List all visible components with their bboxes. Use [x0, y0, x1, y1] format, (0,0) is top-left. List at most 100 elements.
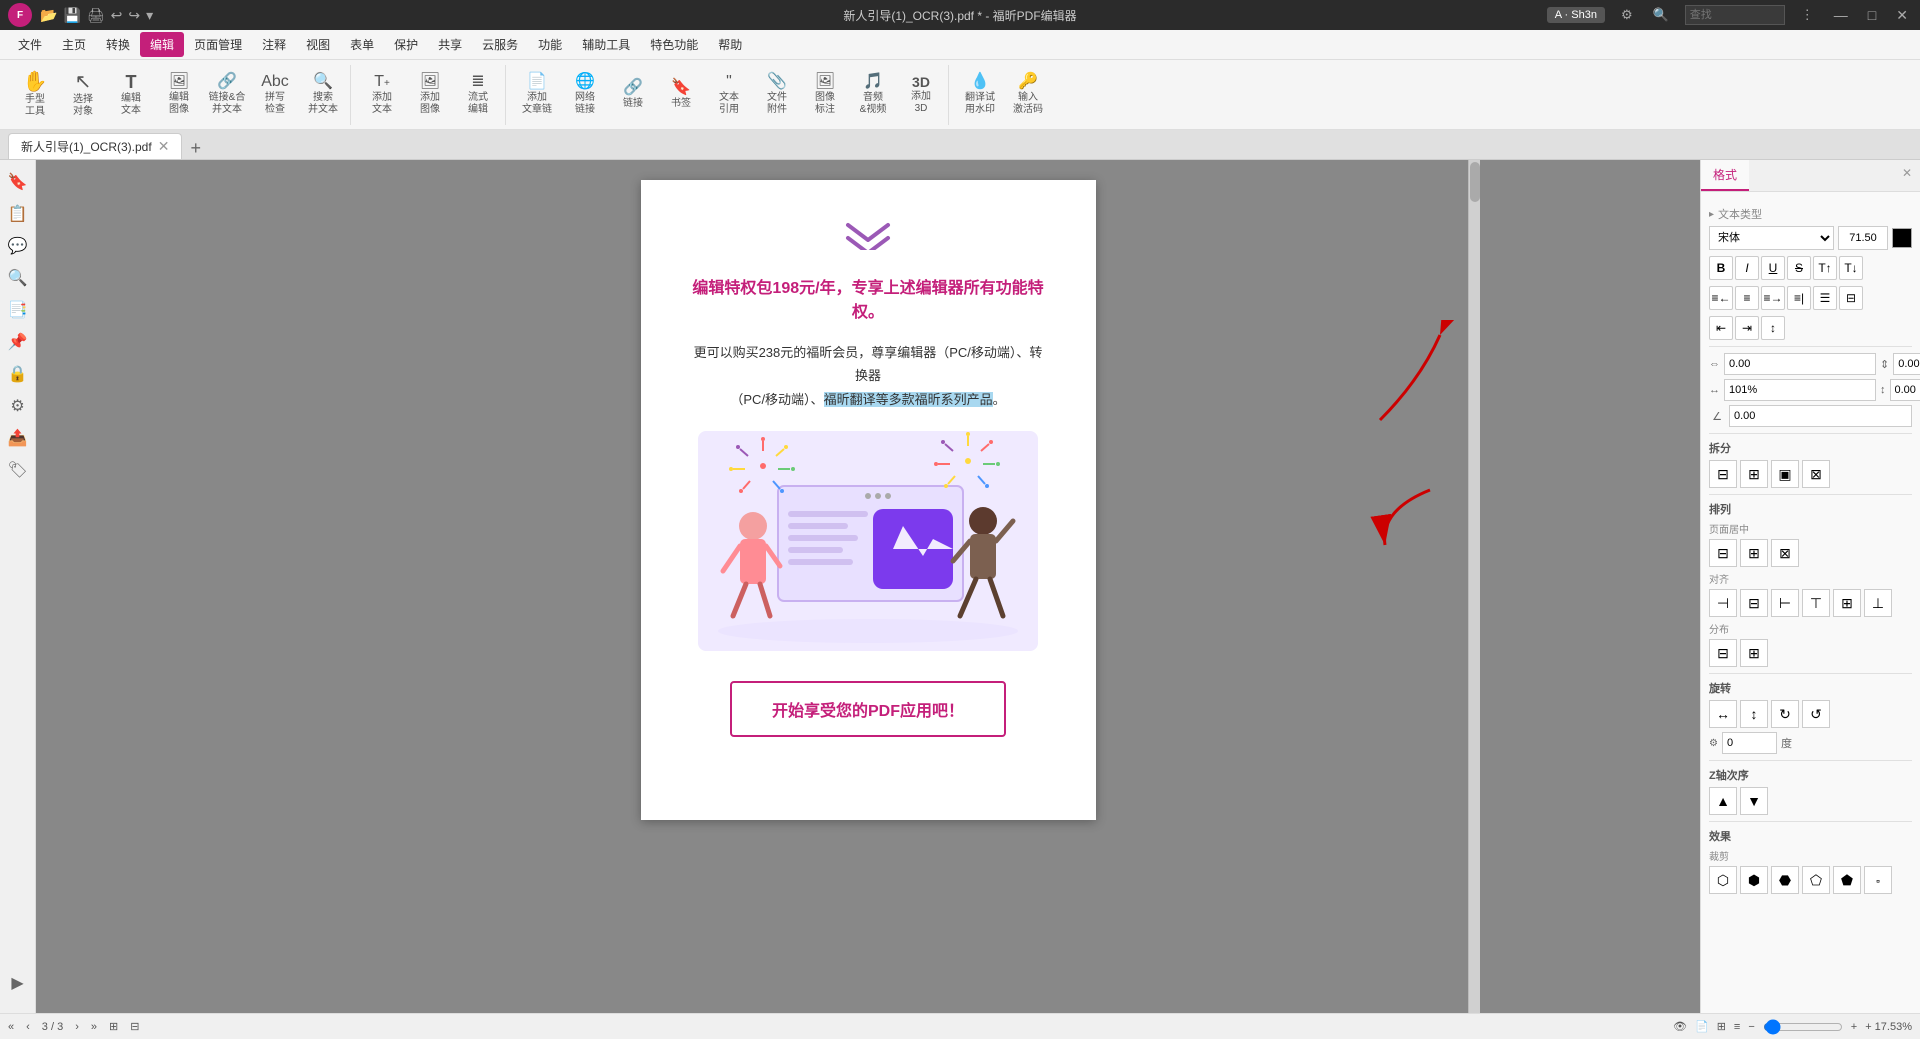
- extra-menu-icon[interactable]: ⋮: [1797, 7, 1818, 23]
- menu-edit[interactable]: 编辑: [140, 32, 184, 57]
- tool-add-text[interactable]: T+ 添加文本: [359, 67, 405, 123]
- format-superscript[interactable]: T↑: [1813, 256, 1837, 280]
- align-obj-right[interactable]: ⊢: [1771, 589, 1799, 617]
- align-center[interactable]: ≡: [1735, 286, 1759, 310]
- sidebar-icon-layers[interactable]: 📑: [4, 296, 32, 324]
- center-both[interactable]: ⊠: [1771, 539, 1799, 567]
- distribute-h[interactable]: ⊟: [1709, 639, 1737, 667]
- print-icon[interactable]: 🖨: [87, 7, 105, 24]
- align-right[interactable]: ≡→: [1761, 286, 1785, 310]
- tool-link-merge[interactable]: 🔗 链接&合并文本: [204, 67, 250, 123]
- z-back[interactable]: ▼: [1740, 787, 1768, 815]
- num-input-w[interactable]: [1724, 379, 1876, 401]
- search-icon[interactable]: 🔍: [1649, 7, 1673, 23]
- zoom-out-button[interactable]: −: [1748, 1021, 1754, 1033]
- tool-watermark[interactable]: 💧 翻译试用水印: [957, 67, 1003, 123]
- tab-main-file[interactable]: 新人引导(1)_OCR(3).pdf ✕: [8, 133, 182, 159]
- nav-last-button[interactable]: »: [91, 1021, 97, 1033]
- tool-flow-edit[interactable]: ≣ 流式编辑: [455, 67, 501, 123]
- tool-link[interactable]: 🔗 链接: [610, 67, 656, 123]
- minimize-button[interactable]: —: [1830, 7, 1852, 23]
- tool-hand[interactable]: ✋ 手型工具: [12, 67, 58, 123]
- view-icon-2[interactable]: 📄: [1695, 1020, 1709, 1033]
- more-icon[interactable]: ▾: [146, 7, 153, 24]
- tab-close-button[interactable]: ✕: [158, 138, 170, 155]
- sidebar-icon-security[interactable]: 🔒: [4, 360, 32, 388]
- menu-file[interactable]: 文件: [8, 32, 52, 57]
- fit-page-button[interactable]: ⊞: [109, 1020, 118, 1033]
- rp-close-button[interactable]: ✕: [1894, 160, 1920, 191]
- center-v[interactable]: ⊞: [1740, 539, 1768, 567]
- format-subscript[interactable]: T↓: [1839, 256, 1863, 280]
- tool-media[interactable]: 🎵 音频&视频: [850, 67, 896, 123]
- tool-image-mark[interactable]: 🖼 图像标注: [802, 67, 848, 123]
- view-icon-3[interactable]: ⊞: [1717, 1020, 1726, 1033]
- crop-btn-3[interactable]: ⬣: [1771, 866, 1799, 894]
- menu-cloud[interactable]: 云服务: [472, 32, 528, 57]
- pdf-cta-button[interactable]: 开始享受您的PDF应用吧！: [730, 681, 1006, 737]
- sidebar-icon-bookmark[interactable]: 🔖: [4, 168, 32, 196]
- sidebar-icon-comments[interactable]: 💬: [4, 232, 32, 260]
- format-strikethrough[interactable]: S: [1787, 256, 1811, 280]
- sidebar-icon-search[interactable]: 🔍: [4, 264, 32, 292]
- tool-add-image[interactable]: 🖼 添加图像: [407, 67, 453, 123]
- align-left[interactable]: ≡←: [1709, 286, 1733, 310]
- indent-increase[interactable]: ⇥: [1735, 316, 1759, 340]
- sidebar-icon-settings[interactable]: ⚙: [4, 392, 32, 420]
- hyphen-btn-1[interactable]: ⊟: [1709, 460, 1737, 488]
- text-direction[interactable]: ↕: [1761, 316, 1785, 340]
- tool-activate[interactable]: 🔑 输入激活码: [1005, 67, 1051, 123]
- num-input-h[interactable]: [1890, 379, 1920, 401]
- tool-article-link[interactable]: 📄 添加文章链: [514, 67, 560, 123]
- search-input[interactable]: [1685, 5, 1785, 25]
- menu-page[interactable]: 页面管理: [184, 32, 252, 57]
- sidebar-icon-attach[interactable]: 📌: [4, 328, 32, 356]
- sidebar-icon-export[interactable]: 📤: [4, 424, 32, 452]
- font-select[interactable]: 宋体: [1709, 226, 1834, 250]
- format-italic[interactable]: I: [1735, 256, 1759, 280]
- close-button[interactable]: ✕: [1892, 7, 1912, 24]
- sidebar-icon-expand[interactable]: ▶: [4, 969, 32, 997]
- rotate-cw[interactable]: ↻: [1771, 700, 1799, 728]
- hyphen-btn-4[interactable]: ⊠: [1802, 460, 1830, 488]
- settings-icon[interactable]: ⚙: [1617, 7, 1637, 23]
- zoom-in-button[interactable]: +: [1851, 1021, 1857, 1033]
- font-color-picker[interactable]: [1892, 228, 1912, 248]
- crop-btn-2[interactable]: ⬢: [1740, 866, 1768, 894]
- num-input-y[interactable]: [1893, 353, 1920, 375]
- tool-find[interactable]: 🔍 搜索并文本: [300, 67, 346, 123]
- redo-icon[interactable]: ↪: [128, 7, 140, 24]
- align-obj-top[interactable]: ⊤: [1802, 589, 1830, 617]
- tool-edit-text[interactable]: T 编辑文本: [108, 67, 154, 123]
- hyphen-btn-3[interactable]: ▣: [1771, 460, 1799, 488]
- font-size-input[interactable]: [1838, 226, 1888, 250]
- align-obj-center-h[interactable]: ⊟: [1740, 589, 1768, 617]
- tool-select[interactable]: ↖ 选择对象: [60, 67, 106, 123]
- nav-prev-button[interactable]: ‹: [26, 1021, 30, 1033]
- align-justify[interactable]: ≡|: [1787, 286, 1811, 310]
- menu-home[interactable]: 主页: [52, 32, 96, 57]
- align-justify-all[interactable]: ☰: [1813, 286, 1837, 310]
- num-input-x[interactable]: [1724, 353, 1876, 375]
- tool-3d[interactable]: 3D 添加3D: [898, 67, 944, 123]
- sidebar-icon-tag[interactable]: 🏷: [4, 456, 32, 484]
- crop-btn-6[interactable]: ⬞: [1864, 866, 1892, 894]
- menu-help[interactable]: 帮助: [708, 32, 752, 57]
- format-bold[interactable]: B: [1709, 256, 1733, 280]
- hyphen-btn-2[interactable]: ⊞: [1740, 460, 1768, 488]
- tool-edit-image[interactable]: 🖼 编辑图像: [156, 67, 202, 123]
- center-h[interactable]: ⊟: [1709, 539, 1737, 567]
- align-extra[interactable]: ⊟: [1839, 286, 1863, 310]
- degree-input[interactable]: [1722, 732, 1777, 754]
- distribute-v[interactable]: ⊞: [1740, 639, 1768, 667]
- tool-attachment[interactable]: 📎 文件附件: [754, 67, 800, 123]
- menu-addon[interactable]: 功能: [528, 32, 572, 57]
- align-obj-left[interactable]: ⊣: [1709, 589, 1737, 617]
- view-icon-1[interactable]: 👁: [1673, 1020, 1687, 1033]
- rotate-ccw[interactable]: ↺: [1802, 700, 1830, 728]
- tool-spell[interactable]: Abc 拼写检查: [252, 67, 298, 123]
- menu-form[interactable]: 表单: [340, 32, 384, 57]
- tool-web-link[interactable]: 🌐 网络链接: [562, 67, 608, 123]
- maximize-button[interactable]: □: [1864, 7, 1880, 23]
- tab-add-button[interactable]: +: [182, 138, 209, 159]
